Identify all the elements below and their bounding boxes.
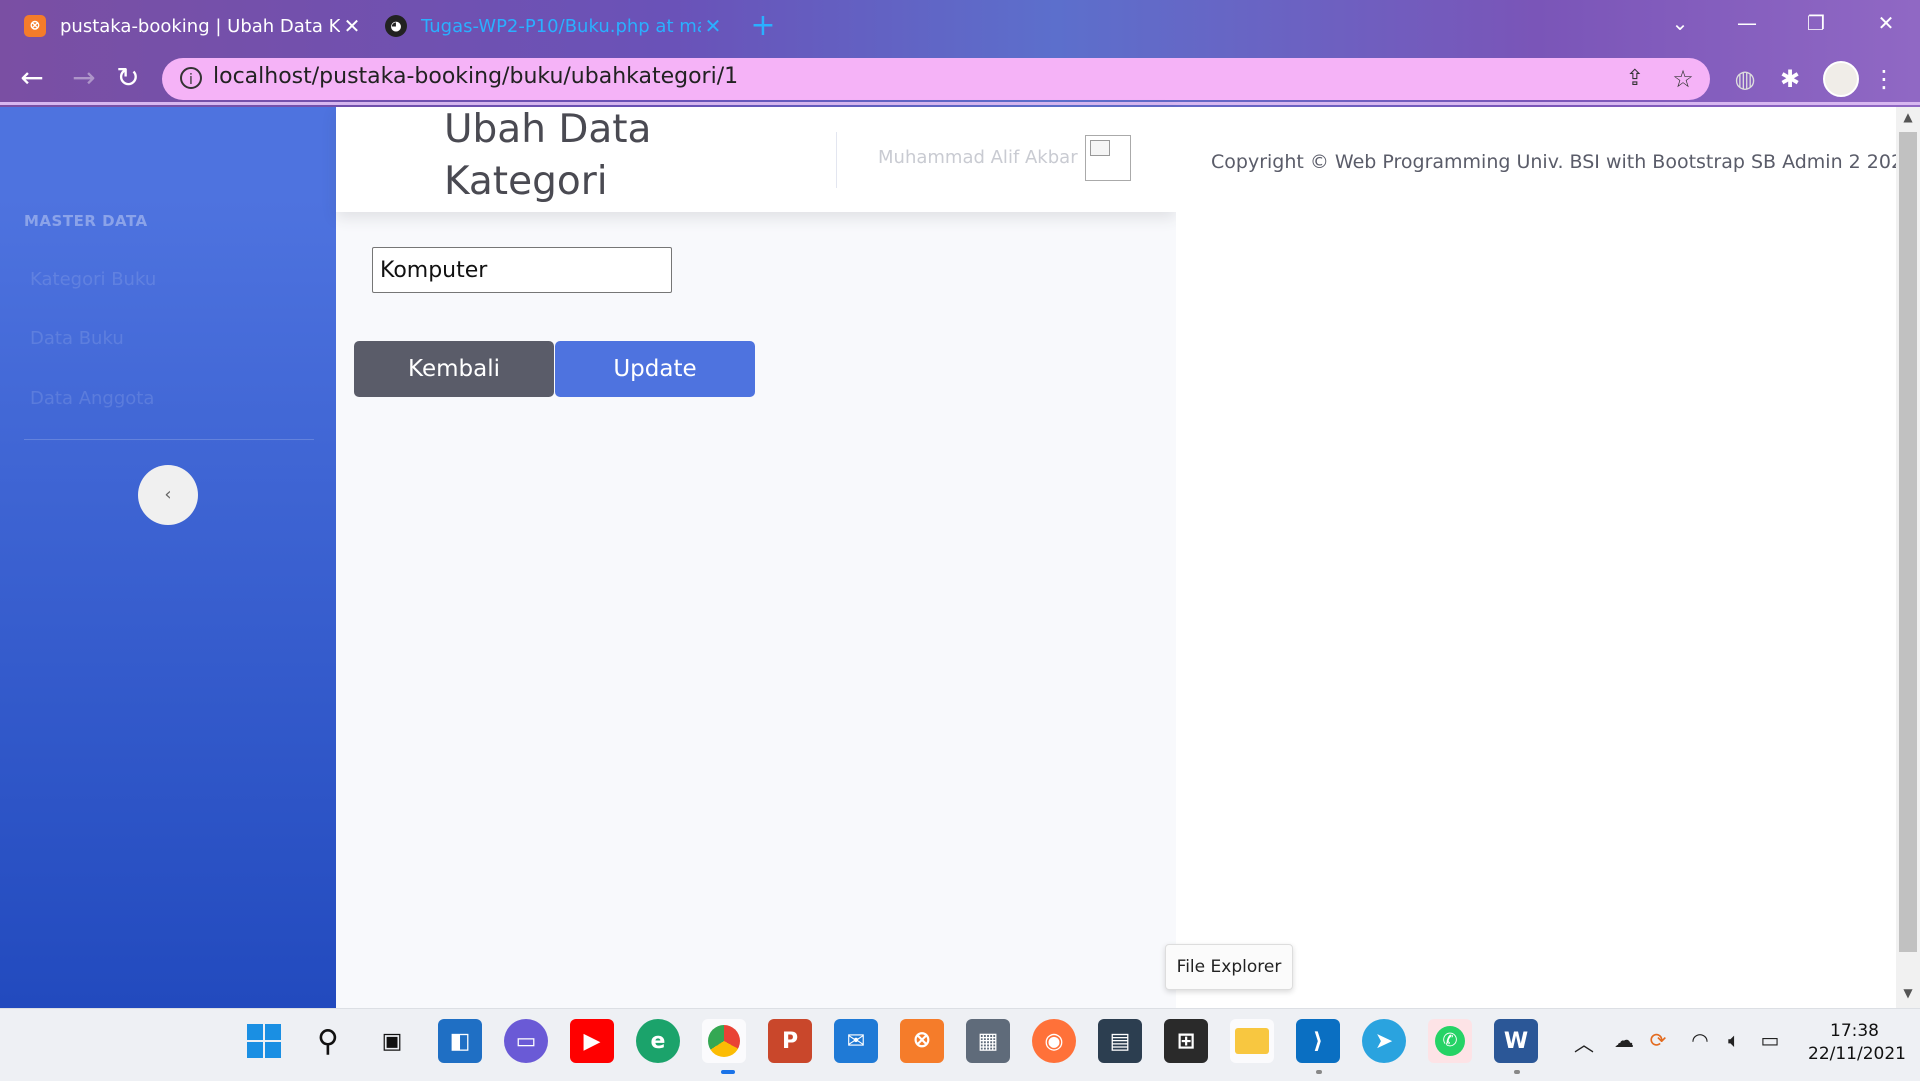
firefox-icon[interactable]: ◉ (1032, 1019, 1076, 1063)
share-icon[interactable]: ⇪ (1620, 64, 1650, 94)
tab-title: pustaka-booking | Ubah Data Kategori (60, 15, 340, 37)
topbar-divider (836, 132, 837, 188)
back-button[interactable]: Kembali (354, 341, 554, 397)
kategori-input[interactable] (372, 247, 672, 293)
onedrive-icon[interactable]: ☁ (1610, 1026, 1638, 1054)
bookmark-star-icon[interactable]: ☆ (1668, 64, 1698, 94)
task-view-icon[interactable]: ▣ (370, 1019, 414, 1063)
whatsapp-icon[interactable]: ✆ (1428, 1019, 1472, 1063)
update-button[interactable]: Update (555, 341, 755, 397)
scroll-thumb[interactable] (1899, 132, 1917, 952)
tab-pustaka-booking[interactable]: ꕕ pustaka-booking | Ubah Data Kategori ✕ (24, 8, 364, 44)
back-icon[interactable]: ← (12, 58, 52, 98)
teams-chat-icon[interactable]: ▭ (504, 1019, 548, 1063)
close-tab-icon[interactable]: ✕ (340, 14, 364, 38)
tab-github[interactable]: ◕ Tugas-WP2-P10/Buku.php at master ✕ (385, 8, 725, 44)
sidebar-divider (24, 439, 314, 440)
sidebar-item-data-buku[interactable]: Data Buku (30, 328, 124, 349)
tab-search-chevron-icon[interactable]: ⌄ (1660, 8, 1700, 38)
forward-icon[interactable]: → (64, 58, 104, 98)
sidebar-item-kategori-buku[interactable]: Kategori Buku (30, 269, 156, 290)
file-explorer-icon[interactable] (1230, 1019, 1274, 1063)
chrome-active-indicator (721, 1070, 735, 1074)
sidebar-item-data-anggota[interactable]: Data Anggota (30, 388, 154, 409)
widgets-icon[interactable]: ◧ (438, 1019, 482, 1063)
close-tab-icon[interactable]: ✕ (701, 14, 725, 38)
vscode-running-indicator (1316, 1070, 1322, 1074)
scroll-up-icon[interactable]: ▲ (1896, 110, 1920, 130)
telegram-icon[interactable]: ➤ (1362, 1019, 1406, 1063)
edge-icon[interactable]: e (636, 1019, 680, 1063)
page-title: Ubah Data Kategori (444, 107, 652, 204)
copyright-text: Copyright © Web Programming Univ. BSI wi… (1211, 151, 1916, 173)
sidebar-toggle-button[interactable]: ‹ (138, 465, 198, 525)
start-windows-icon[interactable] (242, 1019, 286, 1063)
minimize-icon[interactable]: — (1727, 8, 1767, 38)
profile-avatar[interactable] (1823, 61, 1859, 97)
clock-date[interactable]: 22/11/2021 (1808, 1044, 1906, 1064)
volume-icon[interactable]: 🔈︎ (1720, 1026, 1748, 1054)
close-window-icon[interactable]: ✕ (1866, 8, 1906, 38)
clock-time[interactable]: 17:38 (1830, 1021, 1879, 1041)
url-text[interactable]: localhost/pustaka-booking/buku/ubahkateg… (213, 64, 738, 89)
restore-icon[interactable]: ❐ (1796, 8, 1836, 38)
word-running-indicator (1514, 1070, 1520, 1074)
menu-icon[interactable]: ⋮ (1872, 64, 1896, 94)
reload-icon[interactable]: ↻ (108, 58, 148, 98)
chrome-icon[interactable] (702, 1019, 746, 1063)
search-icon[interactable]: ⚲ (306, 1019, 350, 1063)
sync-icon[interactable]: ⟳ (1644, 1026, 1672, 1054)
file-explorer-tooltip: File Explorer (1165, 944, 1293, 990)
tray-overflow-icon[interactable]: ︿ (1574, 1028, 1594, 1057)
calculator-icon[interactable]: ▦ (966, 1019, 1010, 1063)
scanner-icon[interactable]: ▤ (1098, 1019, 1142, 1063)
site-info-icon[interactable]: i (180, 67, 202, 89)
user-avatar[interactable] (1085, 135, 1131, 181)
scroll-down-icon[interactable]: ▼ (1896, 986, 1920, 1006)
wifi-icon[interactable]: ◠ (1686, 1026, 1714, 1054)
github-favicon-icon: ◕ (385, 15, 407, 37)
mail-icon[interactable]: ✉ (834, 1019, 878, 1063)
powerpoint-icon[interactable]: P (768, 1019, 812, 1063)
user-name[interactable]: Muhammad Alif Akbar (878, 147, 1078, 168)
sidebar (0, 107, 336, 1008)
new-tab-button[interactable]: + (748, 8, 778, 44)
youtube-icon[interactable]: ▶ (570, 1019, 614, 1063)
vscode-icon[interactable]: ⟩ (1296, 1019, 1340, 1063)
footer-area (1176, 107, 1896, 1008)
xampp-icon[interactable]: ꕕ (900, 1019, 944, 1063)
extensions-icon[interactable]: ✱ (1775, 64, 1805, 94)
xampp-favicon-icon: ꕕ (24, 15, 46, 37)
store-icon[interactable]: ⊞ (1164, 1019, 1208, 1063)
sidebar-heading: MASTER DATA (24, 212, 148, 230)
tab-title: Tugas-WP2-P10/Buku.php at master (421, 15, 701, 37)
battery-icon[interactable]: ▭ (1756, 1026, 1784, 1054)
word-icon[interactable]: W (1494, 1019, 1538, 1063)
globe-icon[interactable]: ◍ (1730, 64, 1760, 94)
content-area (336, 107, 1176, 1008)
